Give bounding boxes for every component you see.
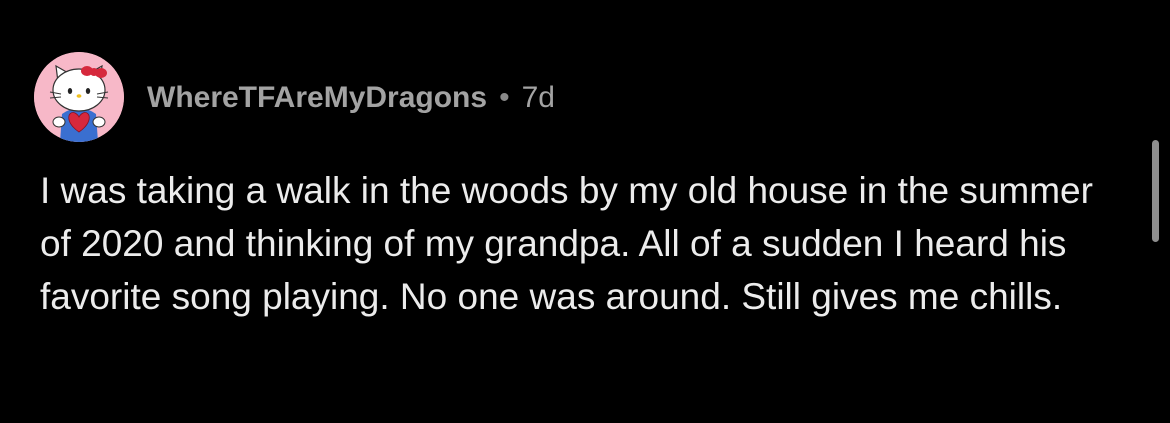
avatar[interactable] [34,52,124,142]
comment-body: I was taking a walk in the woods by my o… [40,170,1093,317]
username-link[interactable]: WhereTFAreMyDragons [147,81,487,115]
hello-kitty-avatar-icon [34,52,124,142]
meta-separator: • [499,81,510,114]
scrollbar[interactable] [1152,140,1159,242]
comment: WhereTFAreMyDragons • 7d I was taking a … [0,0,1170,423]
comment-age: 7d [521,81,555,114]
comment-meta: WhereTFAreMyDragons • 7d [147,78,555,118]
